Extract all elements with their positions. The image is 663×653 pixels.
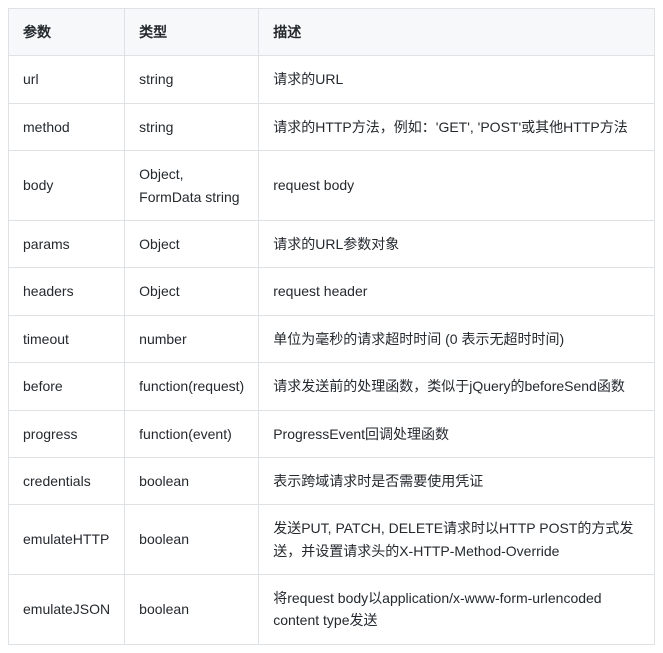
cell-desc: 发送PUT, PATCH, DELETE请求时以HTTP POST的方式发送，并… bbox=[259, 505, 655, 575]
cell-param: progress bbox=[9, 410, 125, 457]
cell-type: function(event) bbox=[125, 410, 259, 457]
table-row: method string 请求的HTTP方法，例如：'GET', 'POST'… bbox=[9, 103, 655, 150]
table-row: timeout number 单位为毫秒的请求超时时间 (0 表示无超时时间) bbox=[9, 315, 655, 362]
table-header-row: 参数 类型 描述 bbox=[9, 9, 655, 56]
api-params-table: 参数 类型 描述 url string 请求的URL method string… bbox=[8, 8, 655, 645]
cell-param: emulateHTTP bbox=[9, 505, 125, 575]
cell-type: Object bbox=[125, 268, 259, 315]
cell-type: boolean bbox=[125, 457, 259, 504]
table-row: credentials boolean 表示跨域请求时是否需要使用凭证 bbox=[9, 457, 655, 504]
cell-param: before bbox=[9, 363, 125, 410]
cell-param: credentials bbox=[9, 457, 125, 504]
cell-desc: 表示跨域请求时是否需要使用凭证 bbox=[259, 457, 655, 504]
table-row: params Object 请求的URL参数对象 bbox=[9, 220, 655, 267]
table-row: headers Object request header bbox=[9, 268, 655, 315]
cell-desc: 请求发送前的处理函数，类似于jQuery的beforeSend函数 bbox=[259, 363, 655, 410]
cell-type: function(request) bbox=[125, 363, 259, 410]
header-type: 类型 bbox=[125, 9, 259, 56]
cell-type: string bbox=[125, 56, 259, 103]
cell-type: boolean bbox=[125, 575, 259, 645]
cell-type: boolean bbox=[125, 505, 259, 575]
cell-type: number bbox=[125, 315, 259, 362]
cell-desc: request body bbox=[259, 151, 655, 221]
cell-desc: 请求的HTTP方法，例如：'GET', 'POST'或其他HTTP方法 bbox=[259, 103, 655, 150]
cell-param: headers bbox=[9, 268, 125, 315]
cell-param: url bbox=[9, 56, 125, 103]
cell-desc: 将request body以application/x-www-form-url… bbox=[259, 575, 655, 645]
table-row: body Object, FormData string request bod… bbox=[9, 151, 655, 221]
cell-desc: request header bbox=[259, 268, 655, 315]
table-row: progress function(event) ProgressEvent回调… bbox=[9, 410, 655, 457]
cell-desc: 请求的URL参数对象 bbox=[259, 220, 655, 267]
cell-param: body bbox=[9, 151, 125, 221]
cell-param: params bbox=[9, 220, 125, 267]
table-row: emulateJSON boolean 将request body以applic… bbox=[9, 575, 655, 645]
cell-desc: 单位为毫秒的请求超时时间 (0 表示无超时时间) bbox=[259, 315, 655, 362]
table-row: emulateHTTP boolean 发送PUT, PATCH, DELETE… bbox=[9, 505, 655, 575]
cell-param: method bbox=[9, 103, 125, 150]
header-param: 参数 bbox=[9, 9, 125, 56]
cell-type: Object, FormData string bbox=[125, 151, 259, 221]
header-desc: 描述 bbox=[259, 9, 655, 56]
cell-desc: 请求的URL bbox=[259, 56, 655, 103]
table-row: url string 请求的URL bbox=[9, 56, 655, 103]
table-row: before function(request) 请求发送前的处理函数，类似于j… bbox=[9, 363, 655, 410]
cell-param: emulateJSON bbox=[9, 575, 125, 645]
cell-param: timeout bbox=[9, 315, 125, 362]
cell-type: Object bbox=[125, 220, 259, 267]
cell-type: string bbox=[125, 103, 259, 150]
cell-desc: ProgressEvent回调处理函数 bbox=[259, 410, 655, 457]
